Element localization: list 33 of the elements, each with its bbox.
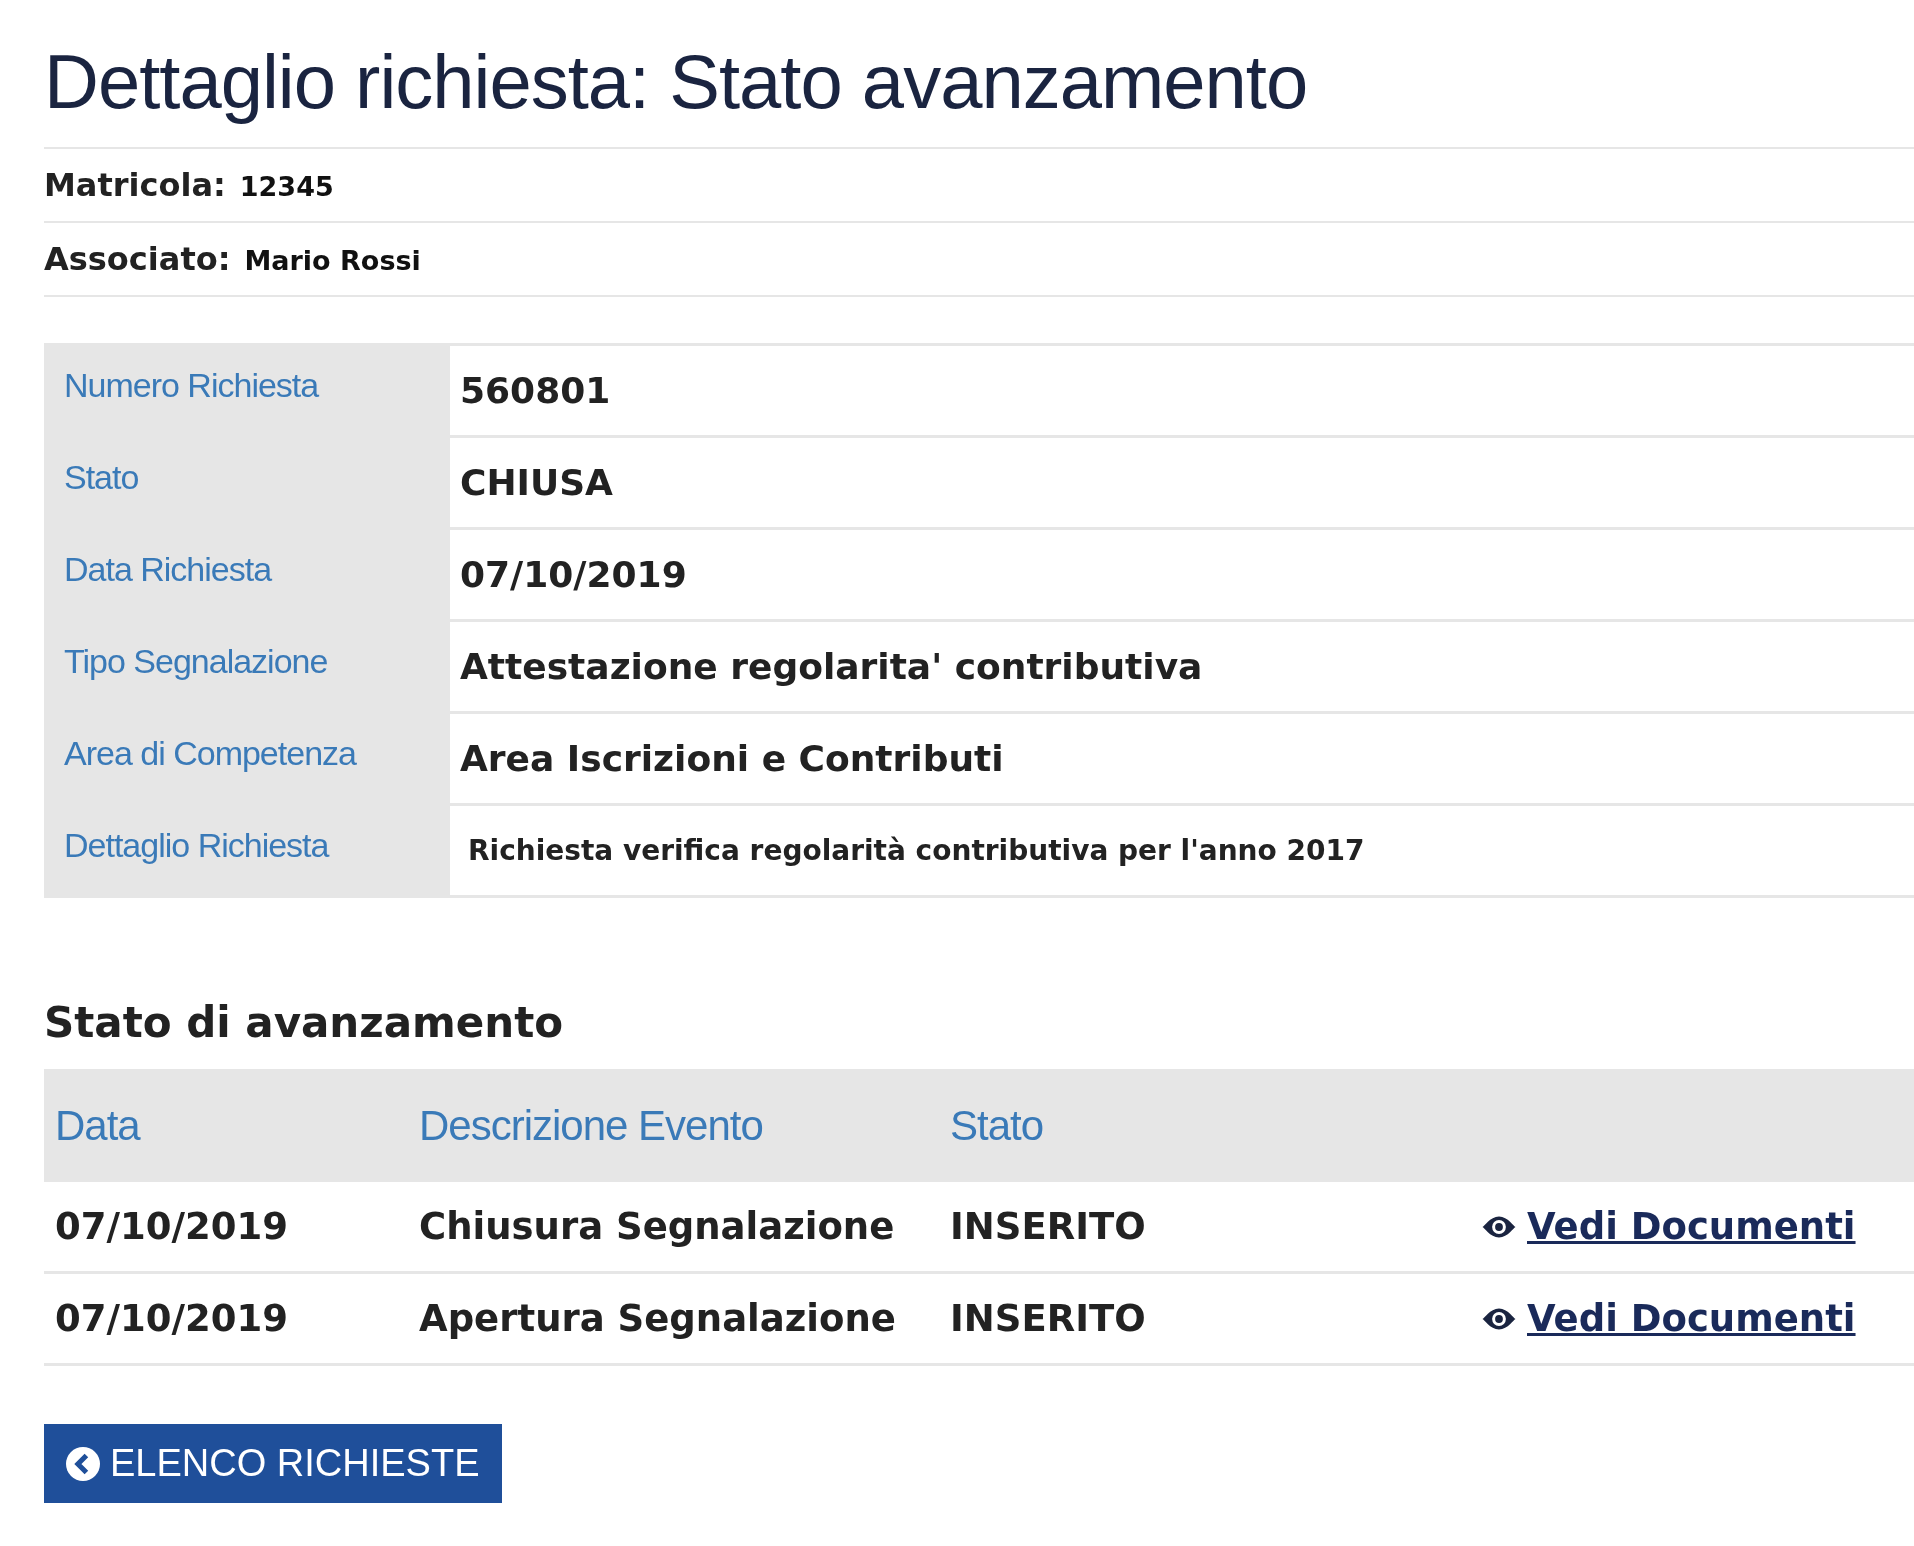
table-cell-text: Richiesta verifica regolarità contributiva per l'anno 2017 bbox=[467, 833, 1366, 869]
table-header-cell: Numero Richiesta bbox=[44, 346, 450, 435]
table-cell-text: 07/10/2019 bbox=[459, 553, 688, 597]
field-value: 12345 bbox=[239, 170, 334, 204]
table-header-cell: Area di Competenza bbox=[44, 714, 450, 803]
link[interactable]: Vedi Documenti bbox=[1527, 1205, 1856, 1248]
table-cell-text: 07/10/2019 bbox=[54, 1205, 289, 1248]
field-value: Mario Rossi bbox=[244, 244, 421, 278]
chevron-left-icon bbox=[66, 1446, 100, 1481]
column-header: Data bbox=[54, 1101, 142, 1150]
link[interactable]: Vedi Documenti bbox=[1527, 1297, 1856, 1340]
table-cell-text: 560801 bbox=[459, 369, 612, 413]
column-header: Stato bbox=[949, 1101, 1045, 1150]
field-label: Matricola: bbox=[44, 165, 226, 206]
table-cell-text: Apertura Segnalazione bbox=[418, 1297, 897, 1340]
table-cell-text: Chiusura Segnalazione bbox=[418, 1205, 896, 1248]
eye-icon bbox=[1481, 1214, 1517, 1239]
page-title: Dettaglio richiesta: Stato avanzamento bbox=[44, 38, 1914, 149]
table-cell-text: 07/10/2019 bbox=[54, 1297, 289, 1340]
table-header-cell: Tipo Segnalazione bbox=[44, 622, 450, 711]
field-label: Associato: bbox=[44, 239, 231, 280]
table-cell-text: CHIUSA bbox=[459, 461, 614, 505]
column-header: Descrizione Evento bbox=[418, 1101, 764, 1150]
table-cell-text: Area Iscrizioni e Contributi bbox=[459, 737, 1005, 781]
table-cell-text: INSERITO bbox=[949, 1297, 1147, 1340]
back-button[interactable]: ELENCO RICHIESTE bbox=[44, 1424, 502, 1503]
table-header-cell: Stato bbox=[44, 438, 450, 527]
table-header-cell: Dettaglio Richiesta bbox=[44, 806, 450, 895]
table-header-cell: Data Richiesta bbox=[44, 530, 450, 619]
table-cell-text: INSERITO bbox=[949, 1205, 1147, 1248]
section-title: Stato di avanzamento bbox=[44, 998, 565, 1047]
eye-icon bbox=[1481, 1306, 1517, 1331]
table-cell-text: Attestazione regolarita' contributiva bbox=[459, 645, 1204, 689]
